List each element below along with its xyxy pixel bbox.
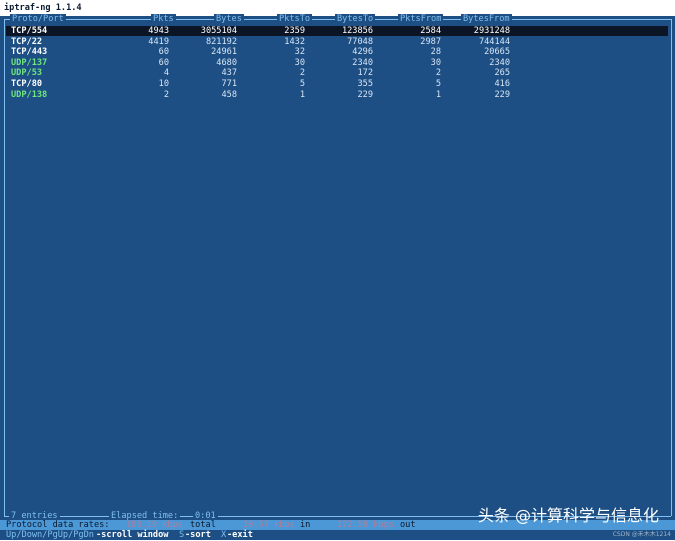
col-header-bytesto: BytesTo xyxy=(335,14,376,25)
rate-in-value: 10.57 kbps xyxy=(243,520,295,530)
cell-pkts: 4 xyxy=(163,68,169,79)
cell-pktsfrom: 2584 xyxy=(420,26,441,36)
cell-pkts: 4419 xyxy=(148,36,169,47)
cell-pkts: 10 xyxy=(158,79,169,89)
cell-pkts: 60 xyxy=(158,57,169,68)
cell-bytesto: 77048 xyxy=(347,36,373,47)
cell-pktsfrom: 2987 xyxy=(420,36,441,47)
table-row[interactable]: TCP/443 60 24961 32 4296 28 20665 xyxy=(6,47,668,57)
cell-bytesto: 123856 xyxy=(341,26,373,36)
cell-pktsto: 1 xyxy=(299,89,305,100)
cell-bytesto: 355 xyxy=(357,79,373,89)
cell-bytesto: 229 xyxy=(357,89,373,100)
key-exit[interactable]: X xyxy=(221,530,226,541)
col-header-proto: Proto/Port xyxy=(10,14,66,25)
rate-total-label: total xyxy=(190,520,216,530)
rate-in-label: in xyxy=(300,520,311,530)
cell-proto: TCP/554 xyxy=(11,26,48,36)
cell-bytes: 24961 xyxy=(211,47,237,58)
rate-total-value: 183.19 kbps xyxy=(126,520,183,530)
cell-pkts: 2 xyxy=(163,89,169,100)
cell-proto: TCP/80 xyxy=(11,79,43,89)
key-exit-desc: -exit xyxy=(227,530,253,540)
cell-bytesto: 2340 xyxy=(352,57,373,68)
cell-proto: UDP/138 xyxy=(11,89,48,100)
table-row[interactable]: TCP/554 4943 3055104 2359 123856 2584 2931248 xyxy=(6,26,668,36)
cell-bytes: 4680 xyxy=(216,57,237,68)
rates-label: Protocol data rates: xyxy=(6,520,110,530)
cell-pktsto: 32 xyxy=(294,47,305,58)
cell-bytes: 771 xyxy=(221,79,237,89)
cell-bytesfrom: 744144 xyxy=(478,36,510,47)
table-row[interactable]: TCP/80 10 771 5 355 5 416 xyxy=(6,79,668,89)
cell-pktsfrom: 5 xyxy=(435,79,441,89)
table-row[interactable]: UDP/138 2 458 1 229 1 229 xyxy=(6,90,668,100)
key-sort[interactable]: S xyxy=(179,530,184,541)
key-scroll-desc: -scroll window xyxy=(96,530,169,540)
cell-bytesto: 4296 xyxy=(352,47,373,58)
cell-proto: UDP/53 xyxy=(11,68,43,79)
app-title: iptraf-ng 1.1.4 xyxy=(4,3,82,13)
table-row[interactable]: UDP/137 60 4680 30 2340 30 2340 xyxy=(6,58,668,68)
cell-bytesfrom: 416 xyxy=(494,79,510,89)
cell-bytesto: 172 xyxy=(357,68,373,79)
col-header-pktsfrom: PktsFrom xyxy=(398,14,444,25)
cell-pktsfrom: 28 xyxy=(430,47,441,58)
cell-bytes: 3055104 xyxy=(200,26,237,36)
cell-bytesfrom: 265 xyxy=(494,68,510,79)
rate-out-value: 172.58 kbps xyxy=(337,520,394,530)
cell-proto: TCP/22 xyxy=(11,36,43,47)
terminal-window: iptraf-ng 1.1.4 Proto/Port Pkts Bytes Pk… xyxy=(0,0,675,540)
cell-pktsto: 1432 xyxy=(284,36,305,47)
key-sort-desc: -sort xyxy=(185,530,211,540)
cell-bytes: 458 xyxy=(221,89,237,100)
cell-pktsto: 30 xyxy=(294,57,305,68)
cell-bytesfrom: 2340 xyxy=(489,57,510,68)
cell-proto: TCP/443 xyxy=(11,47,48,58)
cell-bytesfrom: 20665 xyxy=(484,47,510,58)
cell-bytesfrom: 229 xyxy=(494,89,510,100)
cell-pktsfrom: 1 xyxy=(435,89,441,100)
key-scroll[interactable]: Up/Down/PgUp/PgDn xyxy=(6,530,94,541)
cell-pktsto: 5 xyxy=(299,79,305,89)
cell-pkts: 60 xyxy=(158,47,169,58)
table-row[interactable]: TCP/22 4419 821192 1432 77048 2987 744144 xyxy=(6,37,668,47)
cell-pkts: 4943 xyxy=(148,26,169,36)
col-header-pkts: Pkts xyxy=(151,14,176,25)
col-header-bytesfrom: BytesFrom xyxy=(461,14,512,25)
csdn-watermark: CSDN @禾木木1214 xyxy=(612,531,671,538)
key-help-bar: Up/Down/PgUp/PgDn -scroll window S -sort… xyxy=(0,530,675,540)
cell-pktsfrom: 30 xyxy=(430,57,441,68)
cell-bytes: 821192 xyxy=(205,36,237,47)
cell-pktsto: 2 xyxy=(299,68,305,79)
cell-pktsfrom: 2 xyxy=(435,68,441,79)
cell-proto: UDP/137 xyxy=(11,57,48,68)
cell-bytes: 437 xyxy=(221,68,237,79)
rate-out-label: out xyxy=(400,520,416,530)
col-header-pktsto: PktsTo xyxy=(277,14,313,25)
cell-pktsto: 2359 xyxy=(284,26,305,36)
table-row[interactable]: UDP/53 4 437 2 172 2 265 xyxy=(6,68,668,78)
cell-bytesfrom: 2931248 xyxy=(473,26,510,36)
col-header-bytes: Bytes xyxy=(214,14,244,25)
toutiao-watermark: 头条 @计算科学与信息化 xyxy=(477,506,659,525)
